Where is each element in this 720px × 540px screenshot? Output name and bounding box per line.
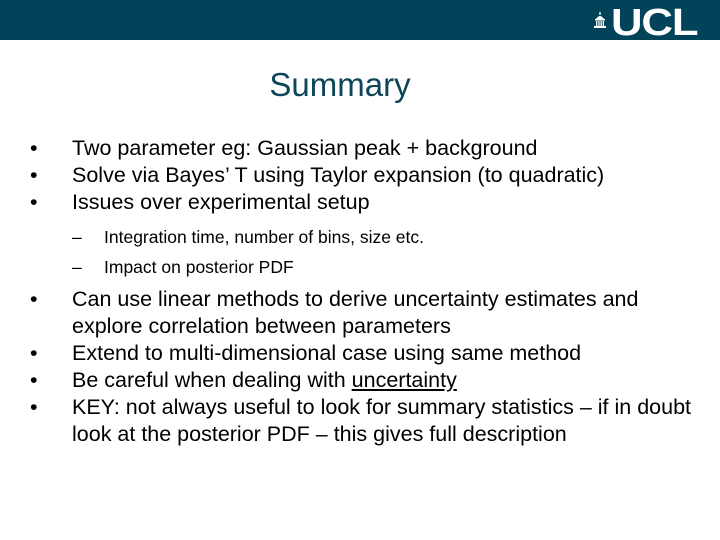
portico-dome-icon [593,12,606,28]
bullet-item-careful: Be careful when dealing with uncertainty [28,367,708,394]
bullet-item: Issues over experimental setup [28,189,708,216]
bullet-item-key: KEY: not always useful to look for summa… [28,394,712,448]
header-bar: UCL [0,0,720,44]
careful-prefix: Be careful when dealing with [72,368,352,392]
slide-content: Two parameter eg: Gaussian peak + backgr… [28,135,708,448]
bullet-item: Solve via Bayes’ T using Taylor expansio… [28,162,708,189]
bullet-list-1: Two parameter eg: Gaussian peak + backgr… [28,135,708,216]
sub-bullet-item: Impact on posterior PDF [28,256,708,278]
logo-text: UCL [610,2,699,44]
ucl-logo: UCL [593,2,699,44]
bullet-item: Can use linear methods to derive uncerta… [28,286,672,340]
bullet-item: Two parameter eg: Gaussian peak + backgr… [28,135,708,162]
bullet-list-2: Can use linear methods to derive uncerta… [28,286,708,448]
sub-bullet-list: Integration time, number of bins, size e… [28,226,708,278]
uncertainty-underlined: uncertainty [351,368,457,392]
bullet-item: Extend to multi-dimensional case using s… [28,340,708,367]
sub-bullet-item: Integration time, number of bins, size e… [28,226,708,248]
slide-title: Summary [269,66,411,103]
